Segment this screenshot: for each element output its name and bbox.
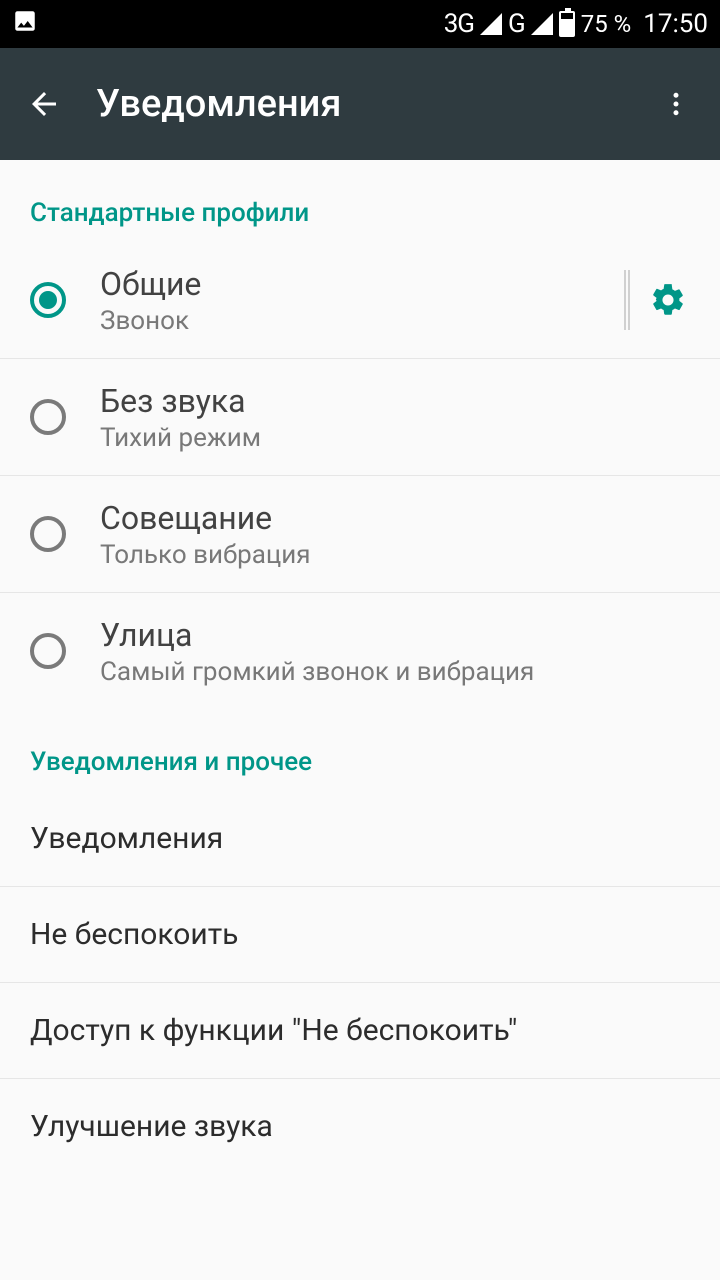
- profile-texts: Совещание Только вибрация: [100, 498, 690, 570]
- status-bar: 3G G 75 % 17:50: [0, 0, 720, 48]
- profile-subtitle: Тихий режим: [100, 423, 690, 453]
- gear-icon: [649, 281, 687, 319]
- radio-selected-icon[interactable]: [30, 282, 66, 318]
- network-3g-label: 3G: [444, 9, 474, 39]
- signal-icon: [480, 13, 502, 35]
- profile-item-general[interactable]: Общие Звонок: [0, 242, 720, 359]
- status-time: 17:50: [643, 9, 708, 39]
- status-left: [12, 8, 38, 40]
- radio-unselected-icon[interactable]: [30, 399, 66, 435]
- content: Стандартные профили Общие Звонок Без зву…: [0, 160, 720, 1174]
- arrow-back-icon: [26, 86, 62, 122]
- profile-subtitle: Звонок: [100, 306, 614, 336]
- page-title: Уведомления: [96, 82, 652, 126]
- network-g-label: G: [508, 9, 525, 39]
- profile-item-meeting[interactable]: Совещание Только вибрация: [0, 476, 720, 593]
- profile-subtitle: Только вибрация: [100, 540, 690, 570]
- signal-icon: [531, 13, 553, 35]
- profile-texts: Без звука Тихий режим: [100, 381, 690, 453]
- section-header-standard: Стандартные профили: [0, 160, 720, 242]
- profile-title: Улица: [100, 615, 690, 655]
- profile-subtitle: Самый громкий звонок и вибрация: [100, 657, 690, 687]
- profile-item-outdoor[interactable]: Улица Самый громкий звонок и вибрация: [0, 593, 720, 709]
- more-vert-icon: [661, 89, 691, 119]
- other-item-dnd-access[interactable]: Доступ к функции "Не беспокоить": [0, 983, 720, 1079]
- radio-unselected-icon[interactable]: [30, 633, 66, 669]
- other-item-notifications[interactable]: Уведомления: [0, 791, 720, 887]
- battery-icon: [559, 11, 575, 37]
- status-right: 3G G 75 % 17:50: [444, 9, 708, 39]
- profile-texts: Общие Звонок: [100, 264, 614, 336]
- profile-item-silent[interactable]: Без звука Тихий режим: [0, 359, 720, 476]
- other-item-dnd[interactable]: Не беспокоить: [0, 887, 720, 983]
- vertical-divider: [624, 270, 626, 330]
- profile-texts: Улица Самый громкий звонок и вибрация: [100, 615, 690, 687]
- back-button[interactable]: [20, 80, 68, 128]
- other-item-sound-enhance[interactable]: Улучшение звука: [0, 1079, 720, 1174]
- radio-unselected-icon[interactable]: [30, 516, 66, 552]
- profile-title: Без звука: [100, 381, 690, 421]
- app-bar: Уведомления: [0, 48, 720, 160]
- image-icon: [12, 8, 38, 40]
- battery-percent: 75 %: [581, 10, 632, 38]
- profile-settings-button[interactable]: [646, 278, 690, 322]
- profile-title: Общие: [100, 264, 614, 304]
- section-header-other: Уведомления и прочее: [0, 709, 720, 791]
- profile-title: Совещание: [100, 498, 690, 538]
- overflow-menu-button[interactable]: [652, 80, 700, 128]
